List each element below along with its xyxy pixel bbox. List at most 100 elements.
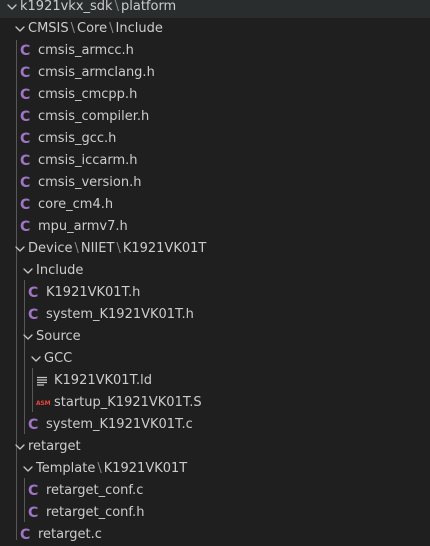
- tree-file[interactable]: C K1921VK01T.h: [0, 282, 430, 304]
- path-separator: \: [97, 461, 102, 476]
- folder-name-segment: Source: [36, 329, 81, 344]
- file-label: system_K1921VK01T.c: [46, 417, 193, 432]
- c-file-icon: C: [20, 150, 36, 172]
- c-file-icon: C: [20, 84, 36, 106]
- path-separator: \: [109, 21, 114, 36]
- text-lines-icon: [36, 370, 52, 392]
- file-label: mpu_armv7.h: [38, 219, 128, 234]
- folder-label: Device \ NIIET \ K1921VK01T: [28, 238, 206, 260]
- file-label: retarget.c: [38, 527, 102, 542]
- c-file-icon: C: [28, 304, 44, 326]
- tree-file[interactable]: Csystem_K1921VK01T.c: [0, 414, 430, 436]
- folder-name-segment: CMSIS: [28, 21, 69, 36]
- path-separator: \: [74, 241, 79, 256]
- folder-label: Source: [36, 326, 81, 348]
- file-label: cmsis_armclang.h: [38, 65, 155, 80]
- c-file-icon-glyph: C: [28, 285, 39, 301]
- folder-name-segment: GCC: [44, 351, 73, 366]
- folder-name-segment: Template: [36, 461, 96, 476]
- path-separator: \: [114, 0, 119, 14]
- chevron-down-icon[interactable]: [12, 18, 28, 40]
- tree-folder[interactable]: Source: [0, 326, 430, 348]
- c-file-icon: C: [28, 502, 44, 524]
- chevron-down-icon[interactable]: [12, 436, 28, 458]
- tree-folder[interactable]: Device \ NIIET \ K1921VK01T: [0, 238, 430, 260]
- tree-folder[interactable]: retarget: [0, 436, 430, 458]
- chevron-down-icon[interactable]: [4, 0, 20, 18]
- folder-name-segment: K1921VK01T: [103, 461, 188, 476]
- tree-file[interactable]: Ccmsis_gcc.h: [0, 128, 430, 150]
- tree-file[interactable]: Cmpu_armv7.h: [0, 216, 430, 238]
- file-label: cmsis_compiler.h: [38, 109, 150, 124]
- tree-file[interactable]: K1921VK01T.ld: [0, 370, 430, 392]
- tree-file[interactable]: Ccore_cm4.h: [0, 194, 430, 216]
- c-file-icon-glyph: C: [20, 131, 31, 147]
- c-file-icon-glyph: C: [20, 153, 31, 169]
- c-file-icon: C: [20, 172, 36, 194]
- c-file-icon: C: [20, 194, 36, 216]
- folder-name-segment: Device: [28, 241, 73, 256]
- folder-name-segment: Include: [115, 21, 163, 36]
- path-separator: \: [116, 241, 121, 256]
- c-file-icon: C: [20, 40, 36, 62]
- c-file-icon: C: [28, 282, 44, 304]
- c-file-icon: C: [20, 216, 36, 238]
- tree-file[interactable]: Ccmsis_armclang.h: [0, 62, 430, 84]
- tree-file[interactable]: Ccmsis_armcc.h: [0, 40, 430, 62]
- file-label: K1921VK01T.ld: [54, 373, 152, 388]
- c-file-icon: C: [20, 106, 36, 128]
- tree-folder[interactable]: Include: [0, 260, 430, 282]
- folder-name-segment: k1921vkx_sdk: [20, 0, 113, 14]
- c-file-icon-glyph: C: [20, 65, 31, 81]
- tree-file[interactable]: Cretarget_conf.h: [0, 502, 430, 524]
- folder-name-segment: retarget: [28, 439, 81, 454]
- folder-name-segment: platform: [120, 0, 177, 14]
- chevron-down-icon[interactable]: [20, 260, 36, 282]
- c-file-icon-glyph: C: [28, 307, 39, 323]
- assembly-file-icon-glyph: ASM: [36, 399, 51, 407]
- tree-folder[interactable]: k1921vkx_sdk \ platform: [0, 0, 430, 18]
- file-label: cmsis_version.h: [38, 175, 142, 190]
- tree-file[interactable]: Ccmsis_compiler.h: [0, 106, 430, 128]
- folder-label: retarget: [28, 436, 81, 458]
- chevron-down-icon[interactable]: [12, 238, 28, 260]
- c-file-icon-glyph: C: [28, 483, 39, 499]
- folder-label: GCC: [44, 348, 72, 370]
- tree-file[interactable]: Ccmsis_cmcpp.h: [0, 84, 430, 106]
- chevron-down-icon[interactable]: [20, 326, 36, 348]
- c-file-icon: C: [20, 524, 36, 546]
- c-file-icon-glyph: C: [20, 527, 31, 543]
- file-label: core_cm4.h: [38, 197, 114, 212]
- folder-name-segment: Core: [77, 21, 108, 36]
- c-file-icon-glyph: C: [20, 219, 31, 235]
- c-file-icon-glyph: C: [28, 417, 39, 433]
- chevron-down-icon[interactable]: [20, 458, 36, 480]
- tree-file[interactable]: Cretarget.c: [0, 524, 430, 546]
- tree-folder[interactable]: CMSIS \ Core \ Include: [0, 18, 430, 40]
- folder-label: Template \ K1921VK01T: [36, 458, 187, 480]
- file-label: K1921VK01T.h: [46, 285, 141, 300]
- tree-file[interactable]: Csystem_K1921VK01T.h: [0, 304, 430, 326]
- file-label: system_K1921VK01T.h: [46, 307, 194, 322]
- folder-name-segment: Include: [36, 263, 84, 278]
- folder-name-segment: NIIET: [80, 241, 115, 256]
- tree-folder[interactable]: GCC: [0, 348, 430, 370]
- c-file-icon-glyph: C: [20, 175, 31, 191]
- c-file-icon-glyph: C: [20, 197, 31, 213]
- c-file-icon-glyph: C: [20, 87, 31, 103]
- tree-file[interactable]: Ccmsis_version.h: [0, 172, 430, 194]
- folder-label: k1921vkx_sdk \ platform: [20, 0, 176, 18]
- tree-folder[interactable]: Template \ K1921VK01T: [0, 458, 430, 480]
- tree-file[interactable]: ASM startup_K1921VK01T.S: [0, 392, 430, 414]
- c-file-icon-glyph: C: [20, 109, 31, 125]
- c-file-icon: C: [20, 62, 36, 84]
- file-label: startup_K1921VK01T.S: [54, 395, 202, 410]
- c-file-icon-glyph: C: [20, 43, 31, 59]
- tree-file[interactable]: Cretarget_conf.c: [0, 480, 430, 502]
- chevron-down-icon[interactable]: [28, 348, 44, 370]
- c-file-icon: C: [28, 480, 44, 502]
- c-file-icon: C: [20, 128, 36, 150]
- tree-file[interactable]: Ccmsis_iccarm.h: [0, 150, 430, 172]
- file-label: cmsis_iccarm.h: [38, 153, 138, 168]
- file-label: retarget_conf.c: [46, 483, 144, 498]
